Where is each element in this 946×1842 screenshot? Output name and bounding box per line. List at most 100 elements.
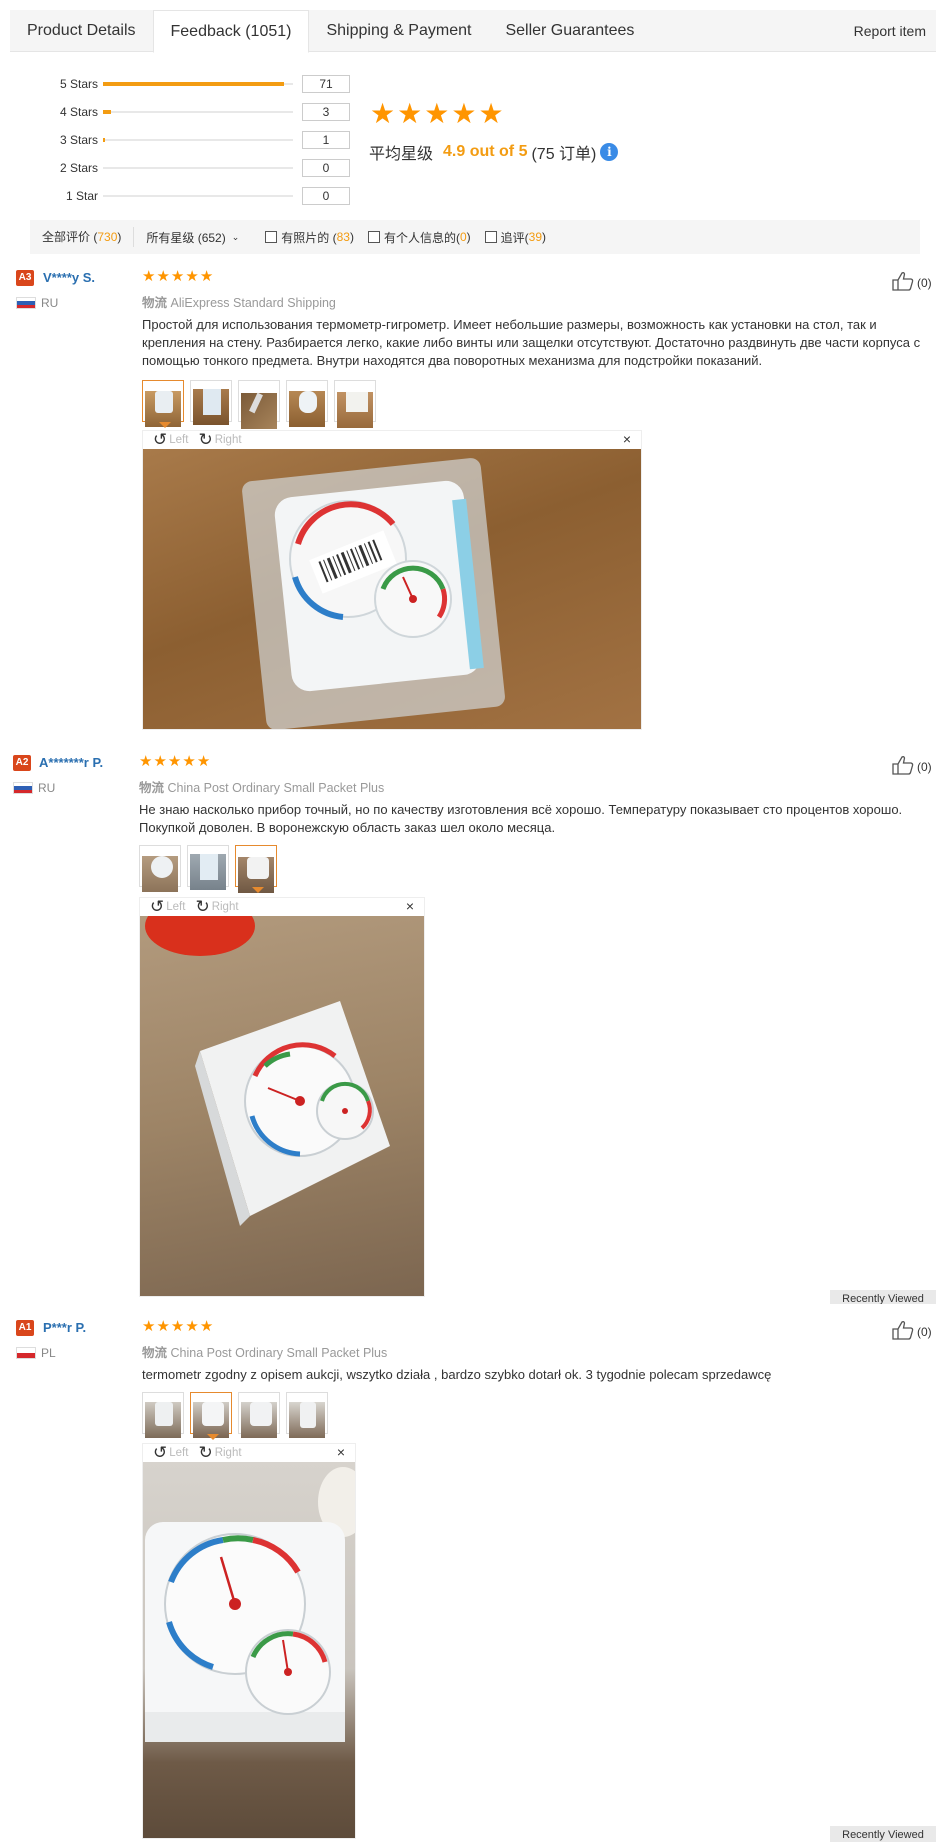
review-photo-thumb[interactable] bbox=[238, 380, 280, 429]
rating-row-4[interactable]: 4 Stars 3 bbox=[40, 102, 350, 122]
rating-row-5[interactable]: 5 Stars 71 bbox=[40, 74, 350, 94]
close-icon[interactable]: × bbox=[337, 1444, 345, 1460]
shipping-value: China Post Ordinary Small Packet Plus bbox=[170, 1346, 388, 1360]
review-photo-thumbnails bbox=[139, 845, 277, 893]
rotate-left-label: Left bbox=[169, 434, 189, 446]
rotate-right-button[interactable]: ↻ Right bbox=[198, 431, 242, 448]
helpful-button[interactable]: (0) bbox=[892, 755, 932, 778]
rotate-left-icon: ↺ bbox=[150, 897, 165, 916]
rating-count: 71 bbox=[302, 75, 350, 93]
helpful-count: (0) bbox=[917, 759, 932, 774]
review-photo-thumb[interactable] bbox=[238, 1392, 280, 1438]
filter-additional-feedback[interactable]: 追评(39) bbox=[484, 229, 546, 246]
rotate-right-label: Right bbox=[214, 434, 242, 446]
rating-row-3[interactable]: 3 Stars 1 bbox=[40, 130, 350, 150]
thumbs-up-icon bbox=[892, 1320, 914, 1343]
rotate-left-button[interactable]: ↺ Left bbox=[153, 431, 189, 448]
review-photo-thumb[interactable] bbox=[235, 845, 277, 893]
review-photo-thumb[interactable] bbox=[286, 380, 328, 427]
reviewer-country: PL bbox=[16, 1346, 56, 1360]
average-rating: 平均星级 4.9 out of 5 (75 订单) i bbox=[369, 140, 619, 164]
helpful-count: (0) bbox=[917, 275, 932, 290]
review-stars: ★ ★ ★ ★ ★ bbox=[139, 754, 210, 769]
review-photo-thumb[interactable] bbox=[190, 380, 232, 425]
filter-personal-count: 0 bbox=[459, 230, 467, 244]
recently-viewed-tab[interactable]: Recently Viewed bbox=[830, 1290, 936, 1304]
tab-feedback[interactable]: Feedback (1051) bbox=[152, 10, 310, 53]
rotate-right-icon: ↻ bbox=[195, 897, 210, 916]
review-photo-thumb[interactable] bbox=[286, 1392, 328, 1438]
filter-all-reviews[interactable]: 全部评价 (730) bbox=[30, 227, 135, 247]
star-icon: ★ bbox=[156, 268, 170, 285]
rotate-left-button[interactable]: ↺ Left bbox=[150, 897, 185, 916]
review-photo-thumb[interactable] bbox=[187, 845, 229, 890]
review-photo-thumb[interactable] bbox=[190, 1392, 232, 1440]
tab-seller-guarantees[interactable]: Seller Guarantees bbox=[488, 10, 651, 52]
star-icon: ★ bbox=[170, 1318, 185, 1335]
buyer-level-badge: A2 bbox=[13, 755, 31, 771]
shipping-value: China Post Ordinary Small Packet Plus bbox=[167, 781, 385, 795]
report-item-link[interactable]: Report item bbox=[837, 10, 936, 52]
recently-viewed-tab[interactable]: Recently Viewed bbox=[830, 1826, 936, 1842]
review-text: termometr zgodny z opisem aukcji, wszytk… bbox=[142, 1367, 772, 1382]
reviewer-name[interactable]: A*******r P. bbox=[39, 755, 103, 770]
reviewer-name[interactable]: V****y S. bbox=[43, 270, 95, 285]
filter-photos-count: 83 bbox=[336, 230, 350, 244]
rating-row-1[interactable]: 1 Star 0 bbox=[40, 186, 350, 206]
filter-with-photos[interactable]: 有照片的 (83) bbox=[265, 229, 354, 246]
helpful-button[interactable]: (0) bbox=[892, 1320, 932, 1343]
review-photo-thumbnails bbox=[142, 380, 376, 429]
info-icon[interactable]: i bbox=[600, 143, 619, 161]
reviewer-country: RU bbox=[16, 296, 58, 310]
rating-count: 0 bbox=[302, 159, 350, 177]
checkbox[interactable] bbox=[367, 231, 380, 243]
review-text: Простой для использования термометр-гигр… bbox=[142, 317, 921, 368]
average-value: 4.9 out of 5 bbox=[443, 143, 528, 160]
star-icon: ★ bbox=[397, 98, 423, 129]
review-photo-large bbox=[143, 1462, 355, 1838]
filter-photos-close: ) bbox=[349, 230, 354, 244]
filter-personal-info[interactable]: 有个人信息的(0) bbox=[367, 229, 471, 246]
helpful-count: (0) bbox=[917, 1324, 932, 1339]
order-count: (75 订单) bbox=[531, 146, 597, 163]
rotate-right-button[interactable]: ↻ Right bbox=[195, 897, 239, 916]
tab-shipping-payment[interactable]: Shipping & Payment bbox=[309, 10, 488, 52]
review-photo-large bbox=[140, 916, 424, 1296]
star-icon: ★ bbox=[185, 1318, 199, 1335]
flag-ru-icon bbox=[13, 782, 33, 794]
star-icon: ★ bbox=[370, 98, 396, 129]
rating-bar bbox=[103, 195, 293, 197]
shipping-method: 物流 China Post Ordinary Small Packet Plus bbox=[139, 777, 384, 796]
rating-bar bbox=[103, 110, 293, 114]
review-photo-thumb[interactable] bbox=[334, 380, 376, 428]
star-filter-select[interactable]: 所有星级 (652) ⌄ bbox=[134, 229, 251, 246]
star-icon: ★ bbox=[196, 753, 211, 770]
star-icon: ★ bbox=[182, 753, 196, 770]
rating-row-label: 2 Stars bbox=[59, 161, 98, 175]
photo-viewer: ↺ Left ↻ Right × bbox=[142, 430, 642, 730]
review-photo-thumb[interactable] bbox=[142, 380, 184, 428]
country-code: RU bbox=[38, 781, 56, 795]
checkbox[interactable] bbox=[484, 231, 497, 243]
reviewer-name[interactable]: P***r P. bbox=[43, 1320, 86, 1335]
close-icon[interactable]: × bbox=[623, 431, 631, 447]
rating-bar-fill bbox=[103, 138, 105, 142]
review-photo-thumb[interactable] bbox=[142, 1392, 184, 1438]
rotate-left-label: Left bbox=[169, 1447, 189, 1459]
rotate-right-label: Right bbox=[211, 901, 239, 913]
helpful-button[interactable]: (0) bbox=[892, 271, 932, 294]
rotate-left-button[interactable]: ↺ Left bbox=[153, 1444, 189, 1461]
checkbox[interactable] bbox=[265, 231, 278, 243]
rating-bar bbox=[103, 167, 293, 169]
rating-count: 1 bbox=[302, 131, 350, 149]
rotate-right-button[interactable]: ↻ Right bbox=[198, 1444, 241, 1461]
country-code: PL bbox=[41, 1346, 56, 1360]
photo-viewer: ↺ Left ↻ Right × bbox=[142, 1443, 356, 1839]
review-photo-thumb[interactable] bbox=[139, 845, 181, 892]
photo-viewer-toolbar: ↺ Left ↻ Right × bbox=[143, 1444, 355, 1462]
shipping-method: 物流 China Post Ordinary Small Packet Plus bbox=[142, 1342, 387, 1361]
close-icon[interactable]: × bbox=[406, 898, 414, 914]
tab-product-details[interactable]: Product Details bbox=[10, 10, 153, 52]
rating-row-2[interactable]: 2 Stars 0 bbox=[40, 158, 350, 178]
rating-bar bbox=[103, 138, 293, 142]
